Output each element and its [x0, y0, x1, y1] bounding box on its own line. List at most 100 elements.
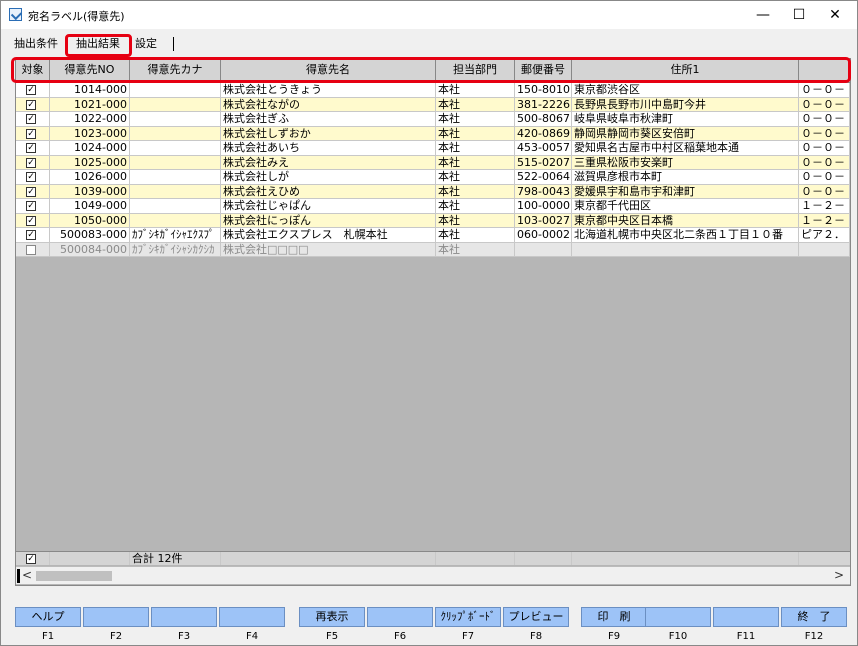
cell-customer-kana: [130, 141, 221, 155]
app-window: 宛名ラベル(得意先) — ☐ ✕ 抽出条件 抽出結果 設定 対象 得意先NO 得…: [0, 0, 858, 646]
cell-customer-kana: ｶﾌﾞｼｷｶﾞｲｼｬｴｸｽﾌﾟ: [130, 228, 221, 242]
col-header-department[interactable]: 担当部門: [436, 59, 515, 83]
cell-customer-no: 1024-000: [50, 141, 130, 155]
row-checkbox[interactable]: ✓: [26, 114, 36, 124]
table-row[interactable]: ✓ 1022-000 株式会社ぎふ 本社 500-8067 岐阜県岐阜市秋津町 ０－０－: [16, 112, 850, 127]
table-row[interactable]: ✓ 1050-000 株式会社にっぽん 本社 103-0027 東京都中央区日本橋 １－２－: [16, 213, 850, 228]
cell-postal-code: 420-0869: [515, 126, 572, 141]
col-header-customer-kana[interactable]: 得意先カナ: [130, 59, 221, 83]
table-row[interactable]: ✓ 1049-000 株式会社じゃぱん 本社 100-0000 東京都千代田区 １－２－: [16, 199, 850, 214]
cell-address1: 東京都渋谷区: [572, 83, 799, 97]
table-row[interactable]: ✓ 1026-000 株式会社しが 本社 522-0064 滋賀県彦根市本町 ０－０－: [16, 170, 850, 185]
active-tab-highlight: [65, 34, 132, 57]
fkey-f5-button[interactable]: 再表示: [299, 607, 365, 627]
footer-cell: [436, 552, 515, 565]
table-row[interactable]: ✓ 1014-000 株式会社とうきょう 本社 150-8010 東京都渋谷区 ０－０－: [16, 83, 850, 98]
tab-settings[interactable]: 設定: [135, 34, 157, 54]
cell-customer-name: 株式会社□□□□: [221, 242, 436, 257]
cell-department: 本社: [436, 228, 515, 242]
row-checkbox[interactable]: ✓: [26, 143, 36, 153]
table-row[interactable]: ✓ 1021-000 株式会社ながの 本社 381-2226 長野県長野市川中島町今井 ０－…: [16, 97, 850, 112]
table-row[interactable]: ✓ 1023-000 株式会社しずおか 本社 420-0869 静岡県静岡市葵区安倍町 ０－…: [16, 126, 850, 141]
cell-department: 本社: [436, 97, 515, 112]
cell-target: ✓: [16, 170, 50, 184]
row-checkbox[interactable]: ✓: [26, 157, 36, 168]
cell-customer-no: 1039-000: [50, 184, 130, 199]
fkey-f10-button[interactable]: [645, 607, 711, 627]
cell-target: ✓: [16, 199, 50, 213]
fkey-f2-label: F2: [109, 631, 123, 642]
cell-customer-name: 株式会社あいち: [221, 141, 436, 155]
cell-department: 本社: [436, 242, 515, 257]
title-bar: 宛名ラベル(得意先) — ☐ ✕: [1, 1, 857, 29]
scroll-left-arrow-icon[interactable]: <: [22, 568, 32, 582]
row-checkbox[interactable]: ✓: [26, 128, 36, 139]
table-row[interactable]: ✓ 1024-000 株式会社あいち 本社 453-0057 愛知県名古屋市中村区稲葉地本…: [16, 141, 850, 156]
cell-address2: ０－０－: [799, 170, 850, 184]
cell-address2: ０－０－: [799, 184, 850, 199]
col-header-address1[interactable]: 住所1: [572, 59, 799, 83]
col-header-postal-code[interactable]: 郵便番号: [515, 59, 572, 83]
row-checkbox[interactable]: ✓: [26, 99, 36, 110]
scroll-thumb[interactable]: [36, 571, 112, 581]
fkey-f6-button[interactable]: [367, 607, 433, 627]
row-checkbox[interactable]: [26, 244, 36, 255]
row-marker: [17, 569, 20, 583]
close-button[interactable]: ✕: [813, 1, 857, 29]
cell-department: 本社: [436, 199, 515, 213]
cell-postal-code: 381-2226: [515, 97, 572, 112]
cell-department: 本社: [436, 184, 515, 199]
fkey-f1-button[interactable]: ヘルプ: [15, 607, 81, 627]
table-row[interactable]: 500084-000 ｶﾌﾞｼｷｶﾞｲｼｬｼｶｸｼｶ 株式会社□□□□ 本社: [16, 242, 850, 257]
row-checkbox[interactable]: ✓: [26, 186, 36, 197]
cell-customer-name: 株式会社とうきょう: [221, 83, 436, 97]
cell-target: ✓: [16, 97, 50, 112]
col-header-customer-no[interactable]: 得意先NO: [50, 59, 130, 83]
cell-customer-name: 株式会社えひめ: [221, 184, 436, 199]
fkey-f4-button[interactable]: [219, 607, 285, 627]
cell-address2: ０－０－: [799, 126, 850, 141]
cell-target: ✓: [16, 228, 50, 242]
cell-address1: 東京都中央区日本橋: [572, 213, 799, 228]
row-checkbox[interactable]: ✓: [26, 201, 36, 211]
fkey-f8-button[interactable]: プレビュー: [503, 607, 569, 627]
cell-address1: 北海道札幌市中央区北二条西１丁目１０番: [572, 228, 799, 242]
fkey-f7-label: F7: [461, 631, 475, 642]
fkey-f3-button[interactable]: [151, 607, 217, 627]
row-checkbox[interactable]: ✓: [26, 85, 36, 95]
cell-customer-kana: [130, 170, 221, 184]
table-row[interactable]: ✓ 500083-000 ｶﾌﾞｼｷｶﾞｲｼｬｴｸｽﾌﾟ 株式会社エクスプレス 札幌本…: [16, 228, 850, 243]
scroll-right-arrow-icon[interactable]: >: [834, 568, 844, 582]
col-header-address2[interactable]: [799, 59, 850, 83]
cell-department: 本社: [436, 112, 515, 126]
cell-customer-name: 株式会社ながの: [221, 97, 436, 112]
cell-customer-kana: [130, 184, 221, 199]
cell-postal-code: [515, 242, 572, 257]
table-row[interactable]: ✓ 1039-000 株式会社えひめ 本社 798-0043 愛媛県宇和島市宇和津町 ０－０…: [16, 184, 850, 199]
fkey-f4-label: F4: [245, 631, 259, 642]
table-row[interactable]: ✓ 1025-000 株式会社みえ 本社 515-0207 三重県松阪市安楽町 ０－０－: [16, 155, 850, 170]
row-checkbox[interactable]: ✓: [26, 215, 36, 226]
tab-extraction-conditions[interactable]: 抽出条件: [14, 34, 58, 54]
cell-customer-no: 1050-000: [50, 213, 130, 228]
cell-customer-name: 株式会社みえ: [221, 155, 436, 170]
fkey-f2-button[interactable]: [83, 607, 149, 627]
grid-header: 対象 得意先NO 得意先カナ 得意先名 担当部門 郵便番号 住所1: [16, 59, 850, 83]
fkey-f12-button[interactable]: 終 了: [781, 607, 847, 627]
cell-customer-name: 株式会社しずおか: [221, 126, 436, 141]
horizontal-scrollbar[interactable]: < >: [16, 566, 850, 584]
cell-customer-no: 1025-000: [50, 155, 130, 170]
fkey-f11-button[interactable]: [713, 607, 779, 627]
row-checkbox[interactable]: ✓: [26, 230, 36, 240]
fkey-f10-label: F10: [668, 631, 688, 642]
col-header-target[interactable]: 対象: [16, 59, 50, 83]
col-header-customer-name[interactable]: 得意先名: [221, 59, 436, 83]
cell-postal-code: 150-8010: [515, 83, 572, 97]
cell-address2: １－２－: [799, 213, 850, 228]
fkey-f7-button[interactable]: ｸﾘｯﾌﾟﾎﾞｰﾄﾞ: [435, 607, 501, 627]
fkey-f9-button[interactable]: 印 刷: [581, 607, 647, 627]
cell-customer-name: 株式会社しが: [221, 170, 436, 184]
results-grid: 対象 得意先NO 得意先カナ 得意先名 担当部門 郵便番号 住所1 ✓ 1014-…: [15, 58, 851, 586]
row-checkbox[interactable]: ✓: [26, 172, 36, 182]
select-all-checkbox[interactable]: ✓: [26, 554, 36, 564]
